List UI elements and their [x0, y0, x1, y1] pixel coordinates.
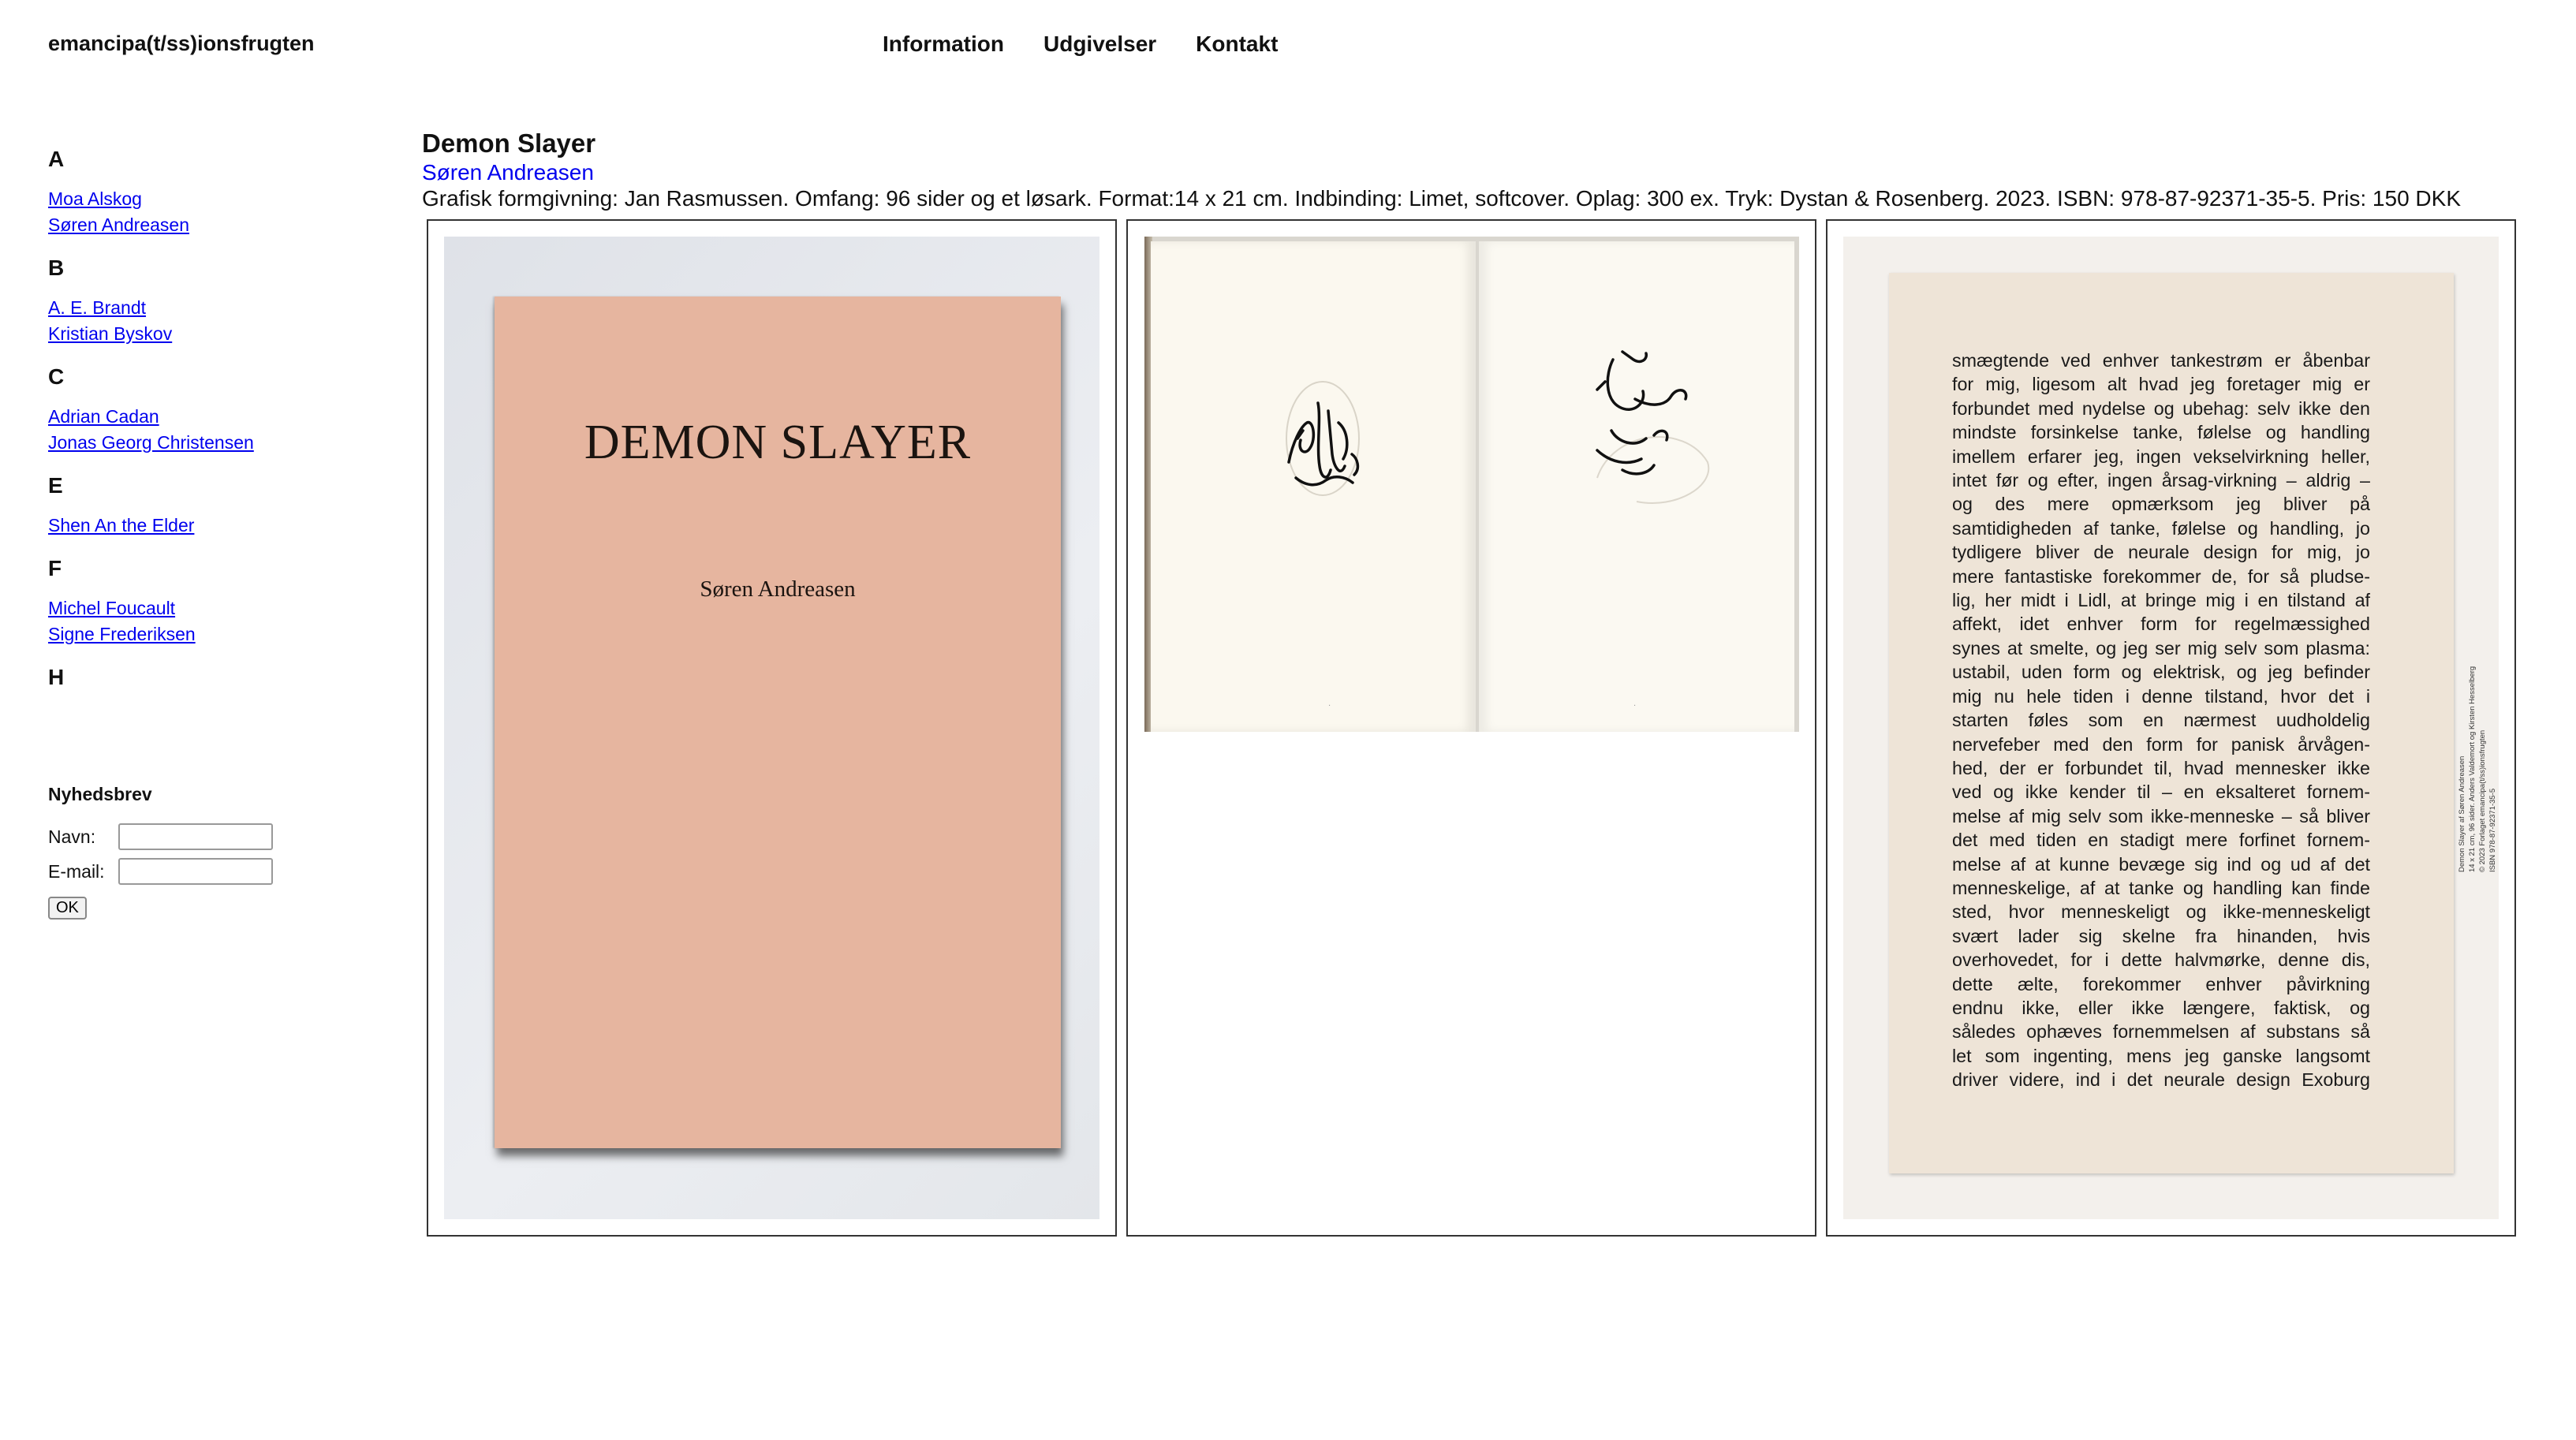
back-text-line: samtidigheden af tanke, følelse og handl…	[1952, 517, 2370, 539]
back-text-line: dette ælte, forekommer enhver påvirkning	[1952, 973, 2370, 994]
back-text-line: let som ingenting, mens jeg ganske langs…	[1952, 1045, 2370, 1066]
back-text-line: intet før og efter, ingen årsag-virkning…	[1952, 470, 2370, 491]
back-text-line: det med tiden en stadigt mere forfinet f…	[1952, 830, 2370, 851]
author-link-signe-frederiksen[interactable]: Signe Frederiksen	[48, 624, 196, 644]
loose-sheet: smægtende ved enhver tankestrøm er åbenb…	[1889, 273, 2497, 1173]
svg-text:·: ·	[1328, 702, 1331, 711]
author-list-a: Moa Alskog Søren Andreasen	[48, 186, 379, 238]
cover-title: DEMON SLAYER	[584, 416, 972, 469]
book-cover: DEMON SLAYER Søren Andreasen	[495, 297, 1061, 1148]
author-list-b: A. E. Brandt Kristian Byskov	[48, 295, 379, 347]
name-label: Navn:	[48, 826, 96, 847]
back-text-line: mig nu hele tiden i denne tilstand, hvor…	[1952, 685, 2370, 707]
back-text-line: lig, her midt i Lidl, at bringe mig i en…	[1952, 590, 2370, 611]
index-letter-b: B	[48, 256, 65, 280]
newsletter-heading: Nyhedsbrev	[48, 784, 152, 804]
colophon-line: © 2023 Forlaget emancipa(t/ss)ionsfrugte…	[2478, 729, 2487, 872]
svg-text:·: ·	[1633, 702, 1636, 711]
book-title: Demon Slayer	[422, 129, 596, 158]
name-row: Navn:	[48, 819, 273, 854]
cover-author: Søren Andreasen	[700, 576, 856, 602]
back-text-line: for mig, ligesom alt hvad jeg foretager …	[1952, 374, 2370, 395]
index-letter-f: F	[48, 556, 62, 580]
back-text-line: og des mere opmærksom jeg bliver på	[1952, 494, 2370, 515]
back-text-line: affekt, idet enhver form for regelmæssig…	[1952, 614, 2370, 635]
book-author-link[interactable]: Søren Andreasen	[422, 160, 594, 185]
back-text-line: smægtende ved enhver tankestrøm er åbenb…	[1952, 350, 2370, 371]
nav-information[interactable]: Information	[883, 32, 1004, 57]
back-text-line: overhovedet, for i dette halvmørke, denn…	[1952, 949, 2370, 971]
newsletter-submit-button[interactable]: OK	[48, 897, 87, 920]
back-text-line: sted, hvor menneskeligt og ikke-menneske…	[1952, 901, 2370, 923]
back-text-line: driver videre, ind i det neurale design …	[1952, 1069, 2370, 1091]
colophon-line: ISBN 978-87-92371-35-5	[2488, 788, 2497, 872]
back-text: smægtende ved enhver tankestrøm er åbenb…	[1952, 349, 2370, 1092]
back-text-line: starten føles som en nærmest uudholdelig	[1952, 710, 2370, 731]
back-text-line: endnu ikke, eller ikke længere, faktisk,…	[1952, 997, 2370, 1018]
author-link-adrian-cadan[interactable]: Adrian Cadan	[48, 406, 159, 427]
back-text-line: tydligere bliver de neurale design for m…	[1952, 542, 2370, 563]
author-link-kristian-byskov[interactable]: Kristian Byskov	[48, 323, 172, 344]
colophon: Demon Slayer af Søren Andreasen 14 x 21 c…	[2457, 666, 2498, 872]
colophon-line: Demon Slayer af Søren Andreasen	[2458, 755, 2466, 872]
back-text-line: nervefeber med den form for panisk årvåg…	[1952, 733, 2370, 755]
back-text-line: melse af mig selv som ikke-menneske – så…	[1952, 805, 2370, 826]
email-row: E-mail:	[48, 854, 273, 889]
nav-kontakt[interactable]: Kontakt	[1196, 32, 1278, 57]
author-link-moa-alskog[interactable]: Moa Alskog	[48, 188, 142, 209]
author-link-michel-foucault[interactable]: Michel Foucault	[48, 598, 175, 618]
nav-udgivelser[interactable]: Udgivelser	[1043, 32, 1156, 57]
back-text-line: melse af at kunne bevæge sig ind og ud a…	[1952, 853, 2370, 875]
author-link-shen-an-the-elder[interactable]: Shen An the Elder	[48, 515, 194, 535]
back-text-line: imellem erfarer jeg, ingen vekselvirknin…	[1952, 446, 2370, 467]
image-frame-back[interactable]: smægtende ved enhver tankestrøm er åbenb…	[1826, 219, 2516, 1237]
author-link-jonas-georg-christensen[interactable]: Jonas Georg Christensen	[48, 432, 254, 453]
back-text-line: mindste forsinkelse tanke, følelse og ha…	[1952, 422, 2370, 443]
author-link-soren-andreasen[interactable]: Søren Andreasen	[48, 215, 189, 235]
email-input[interactable]	[118, 858, 273, 885]
book-author: Søren Andreasen	[422, 160, 594, 185]
author-list-c: Adrian Cadan Jonas Georg Christensen	[48, 404, 379, 456]
left-page: ·	[1151, 241, 1476, 732]
back-text-line: forbundet med nydelse og ubehag: selv ik…	[1952, 397, 2370, 419]
author-link-ae-brandt[interactable]: A. E. Brandt	[48, 297, 146, 318]
back-text-line: ved og ikke kender til – en eksalteret f…	[1952, 782, 2370, 803]
back-text-line: ustabil, uden form og elektrisk, og jeg …	[1952, 662, 2370, 683]
back-text-line: synes at smelte, og jeg ser mig selv som…	[1952, 637, 2370, 658]
image-frame-cover[interactable]: DEMON SLAYER Søren Andreasen	[427, 219, 1117, 1237]
back-text-line: hed, der er forbundet til, hvad menneske…	[1952, 757, 2370, 778]
back-photo: smægtende ved enhver tankestrøm er åbenb…	[1843, 237, 2499, 1219]
author-list-e: Shen An the Elder	[48, 513, 379, 539]
book-spread-photo: · ·	[1144, 237, 1799, 732]
author-list-f: Michel Foucault Signe Frederiksen	[48, 595, 379, 647]
index-letter-c: C	[48, 364, 65, 389]
back-text-line: mere fantastiske forekommer de, for så p…	[1952, 565, 2370, 587]
index-letter-h: H	[48, 665, 65, 689]
image-frame-spread[interactable]: · ·	[1126, 219, 1816, 1237]
colophon-line: 14 x 21 cm, 96 sider. Anders Valdemort o…	[2468, 666, 2477, 872]
ink-drawing-right: ·	[1596, 350, 1710, 711]
site-title[interactable]: emancipa(t/ss)ionsfrugten	[48, 32, 315, 56]
index-letter-a: A	[48, 147, 65, 171]
author-index: A Moa Alskog Søren Andreasen B A. E. Bra…	[48, 145, 379, 704]
ink-drawing-left: ·	[1286, 381, 1360, 711]
name-input[interactable]	[118, 823, 273, 850]
back-text-line: svært lader sig skelne fra hinanden, hvi…	[1952, 925, 2370, 946]
book-details: Grafisk formgivning: Jan Rasmussen. Omfa…	[422, 186, 2461, 211]
index-letter-e: E	[48, 473, 63, 498]
right-page: ·	[1479, 241, 1794, 732]
cover-photo: DEMON SLAYER Søren Andreasen	[444, 237, 1099, 1219]
back-text-line: således ophæves fornemmelsen af substans…	[1952, 1021, 2370, 1043]
newsletter-form: Nyhedsbrev Navn: E-mail: OK	[48, 784, 273, 920]
top-nav: Information Udgivelser Kontakt	[883, 32, 1278, 57]
back-text-line: menneskelige, af at tanke og handling ka…	[1952, 877, 2370, 898]
email-label: E-mail:	[48, 860, 105, 882]
